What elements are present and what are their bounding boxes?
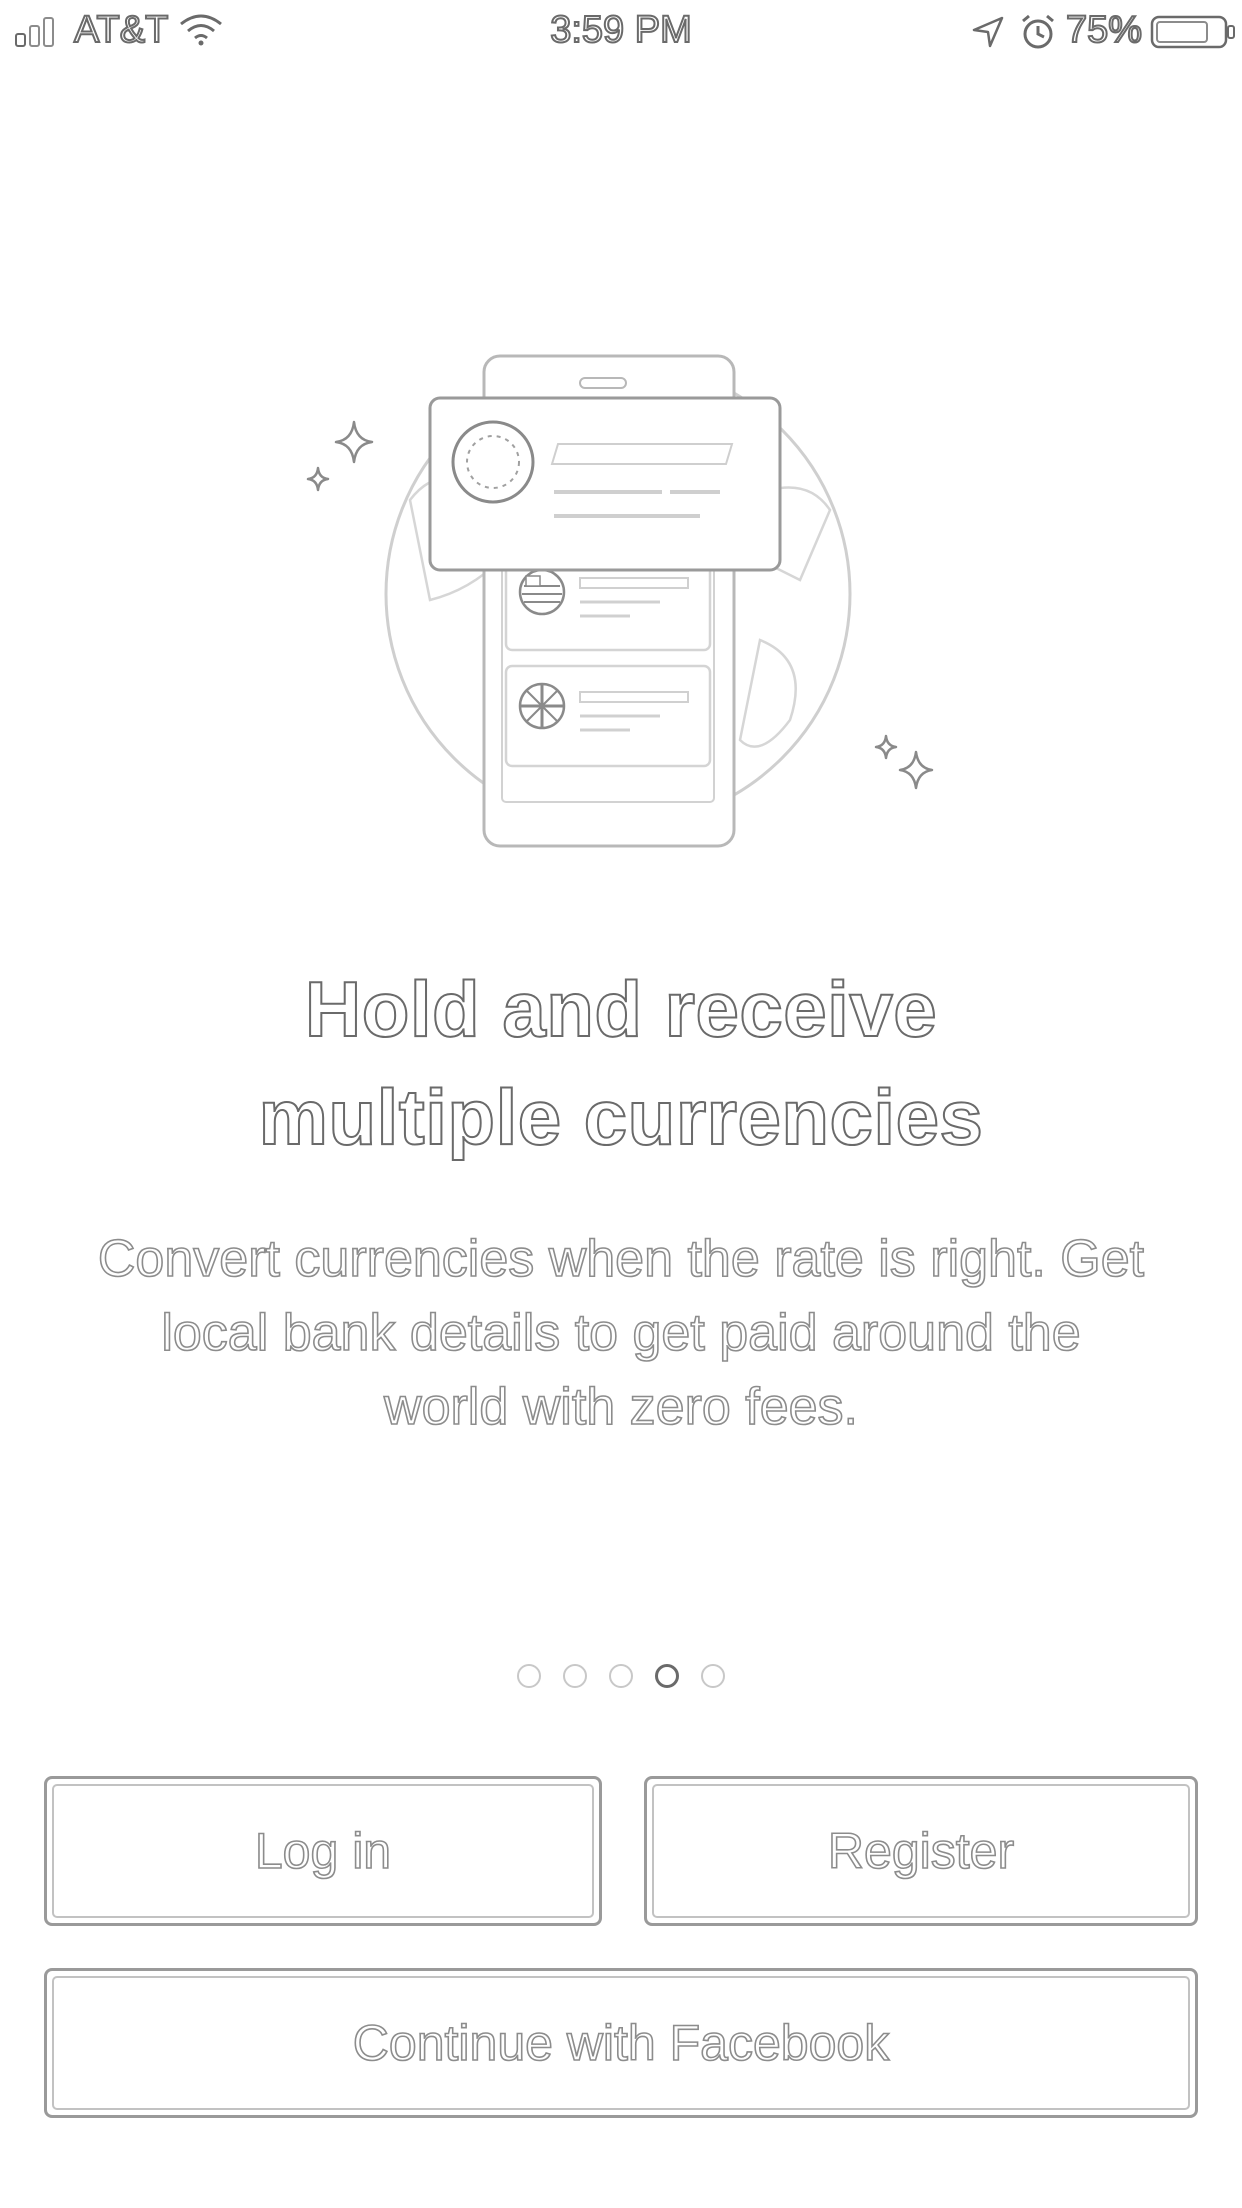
- continue-with-facebook-label: Continue with Facebook: [352, 2014, 890, 2072]
- description-line-3: world with zero fees.: [383, 1377, 859, 1437]
- page-dot[interactable]: [701, 1664, 725, 1688]
- onboarding-headline: Hold and receive multiple currencies: [120, 955, 1122, 1171]
- currency-card-gbp: [504, 664, 712, 768]
- continue-with-facebook-button[interactable]: Continue with Facebook: [44, 1968, 1198, 2118]
- page-dot[interactable]: [563, 1664, 587, 1688]
- description-line-1: Convert currencies when the rate is righ…: [97, 1229, 1145, 1289]
- location-arrow-icon: [972, 16, 1004, 48]
- headline-line-2: multiple currencies: [258, 1072, 984, 1162]
- log-in-label: Log in: [254, 1822, 392, 1880]
- battery-percentage: 75%: [1065, 8, 1143, 52]
- page-indicator[interactable]: [0, 1664, 1242, 1696]
- onboarding-illustration: [306, 354, 934, 848]
- page-dot-active[interactable]: [655, 1664, 679, 1688]
- log-in-button[interactable]: Log in: [44, 1776, 602, 1926]
- battery-icon: [1150, 15, 1235, 49]
- currency-card-eur: [428, 396, 782, 572]
- register-button[interactable]: Register: [644, 1776, 1198, 1926]
- register-label: Register: [827, 1822, 1015, 1880]
- onboarding-description: Convert currencies when the rate is righ…: [50, 1222, 1192, 1444]
- description-line-2: local bank details to get paid around th…: [161, 1303, 1082, 1363]
- headline-line-1: Hold and receive: [304, 964, 938, 1054]
- page-dot[interactable]: [517, 1664, 541, 1688]
- page-dot[interactable]: [609, 1664, 633, 1688]
- status-bar: AT&T 3:59 PM 75%: [0, 0, 1242, 62]
- alarm-clock-icon: [1022, 14, 1054, 49]
